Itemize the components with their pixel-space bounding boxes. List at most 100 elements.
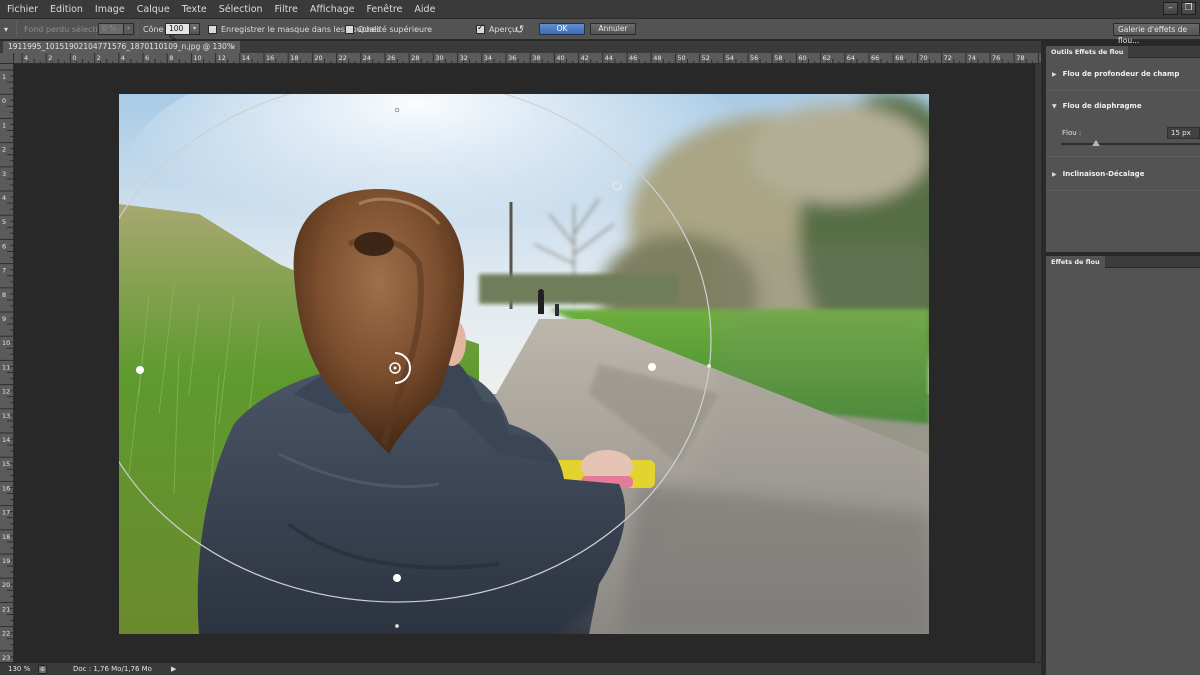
ruler-label: 2 — [48, 54, 52, 62]
apercu-checkbox[interactable] — [476, 23, 485, 34]
menu-calque[interactable]: Calque — [131, 4, 176, 15]
vertical-ruler[interactable]: 1 0 1 2 3 4 5 6 7 8 9 10 11 12 13 14 15 16 17 18 19 20 21 22 23 — [0, 64, 14, 662]
document-tab[interactable]: 1911995_10151902104771576_1870110109_n.j… — [3, 41, 240, 63]
ruler-label: 1 — [2, 73, 6, 81]
ruler-label: 4 — [2, 194, 6, 202]
document-photo[interactable] — [119, 94, 929, 634]
ruler-label: 42 — [581, 54, 589, 62]
menu-fenetre[interactable]: Fenêtre — [360, 4, 408, 15]
annuler-button[interactable]: Annuler — [590, 23, 636, 35]
ruler-label: 22 — [2, 630, 10, 638]
collapsed-triangle-icon[interactable]: ▶ — [1052, 171, 1057, 178]
menu-bar: Fichier Edition Image Calque Texte Sélec… — [0, 0, 1200, 18]
minimize-button[interactable]: – — [1163, 2, 1178, 15]
menu-texte[interactable]: Texte — [176, 4, 213, 15]
ruler-label: 32 — [460, 54, 468, 62]
ruler-label: 18 — [290, 54, 298, 62]
menu-filtre[interactable]: Filtre — [269, 4, 304, 15]
ruler-label: 64 — [847, 54, 855, 62]
section-flou-diaphragme[interactable]: ▼ Flou de diaphragme — [1052, 102, 1142, 110]
ruler-label: 38 — [532, 54, 540, 62]
ruler-label: 76 — [992, 54, 1000, 62]
ruler-label: 3 — [2, 170, 6, 178]
ruler-label: 12 — [218, 54, 226, 62]
ruler-origin[interactable] — [0, 53, 14, 64]
ok-button[interactable]: OK — [539, 23, 585, 35]
ruler-label: 13 — [2, 412, 10, 420]
ruler-label: 12 — [2, 388, 10, 396]
ruler-label: 1 — [2, 121, 6, 129]
panel-header: Effets de flou — [1046, 256, 1200, 268]
section-label: Flou de profondeur de champ — [1062, 70, 1180, 78]
restore-button[interactable]: ❐ — [1181, 2, 1196, 15]
ruler-label: 16 — [2, 484, 10, 492]
menu-aide[interactable]: Aide — [408, 4, 441, 15]
fond-perdu-field[interactable]: 0 % — [98, 23, 124, 35]
cone-dropdown-icon[interactable]: ▾ — [190, 23, 200, 35]
ruler-label: 50 — [677, 54, 685, 62]
menu-affichage[interactable]: Affichage — [304, 4, 361, 15]
window-controls: – ❐ — [1163, 2, 1196, 15]
apercu-label[interactable]: Aperçu — [489, 25, 517, 34]
ruler-label: 10 — [193, 54, 201, 62]
ruler-label: 19 — [2, 557, 10, 565]
qualite-superieure-label[interactable]: Qualité supérieure — [358, 25, 432, 34]
section-label: Inclinaison-Décalage — [1062, 170, 1145, 178]
reset-pins-icon[interactable]: ↺ — [515, 19, 524, 39]
section-flou-profondeur-champ[interactable]: ▶ Flou de profondeur de champ — [1052, 70, 1179, 78]
galerie-effets-flou-button[interactable]: Galerie d'effets de flou... — [1113, 22, 1200, 45]
expanded-triangle-icon[interactable]: ▼ — [1052, 103, 1057, 110]
cone-field[interactable]: 100 % — [165, 23, 190, 43]
panel-header: Outils Effets de flou — [1046, 46, 1200, 58]
ruler-label: 8 — [2, 291, 6, 299]
ruler-label: 60 — [798, 54, 806, 62]
ruler-label: 20 — [2, 581, 10, 589]
ruler-label: 23 — [2, 654, 10, 662]
canvas-area[interactable] — [14, 64, 1034, 662]
horizontal-ruler-ticks: 4 2 0 2 4 6 8 10 12 14 16 18 20 22 24 26 28 30 32 34 36 38 40 4… — [21, 53, 1041, 63]
ruler-label: 15 — [2, 460, 10, 468]
collapsed-triangle-icon[interactable]: ▶ — [1052, 71, 1057, 78]
flou-slider-track[interactable] — [1061, 143, 1200, 145]
ruler-label: 54 — [726, 54, 734, 62]
ruler-label: 68 — [895, 54, 903, 62]
options-divider — [16, 21, 17, 37]
flou-value-field[interactable]: 15 px — [1167, 127, 1200, 139]
ruler-label: 34 — [484, 54, 492, 62]
menu-selection[interactable]: Sélection — [213, 4, 269, 15]
fond-perdu-dropdown-icon[interactable]: ▾ — [124, 23, 134, 35]
tab-outils-effets-flou[interactable]: Outils Effets de flou — [1046, 46, 1129, 58]
flou-slider-thumb[interactable] — [1091, 140, 1100, 146]
menu-image[interactable]: Image — [89, 4, 131, 15]
section-inclinaison-decalage[interactable]: ▶ Inclinaison-Décalage — [1052, 170, 1144, 178]
menu-fichier[interactable]: Fichier — [0, 4, 44, 15]
status-bar: 130 % ⊕ Doc : 1,76 Mo/1,76 Mo ▶ — [0, 662, 1041, 675]
outils-effets-flou-panel: Outils Effets de flou ▶ Flou de profonde… — [1046, 46, 1200, 252]
ruler-label: 17 — [2, 509, 10, 517]
vertical-scrollbar[interactable] — [1034, 64, 1041, 662]
menu-edition[interactable]: Edition — [44, 4, 89, 15]
qualite-superieure-checkbox[interactable] — [345, 24, 354, 34]
ruler-label: 56 — [750, 54, 758, 62]
photo-image — [119, 94, 929, 634]
document-tab-bar: 1911995_10151902104771576_1870110109_n.j… — [0, 41, 1041, 63]
ruler-label: 6 — [145, 54, 149, 62]
ruler-label: 30 — [435, 54, 443, 62]
ruler-label: 2 — [97, 54, 101, 62]
section-divider — [1046, 90, 1200, 91]
ruler-label: 9 — [2, 315, 6, 323]
ruler-label: 0 — [72, 54, 76, 62]
ruler-label: 10 — [2, 339, 10, 347]
close-tab-icon[interactable]: × — [230, 41, 236, 53]
ruler-label: 58 — [774, 54, 782, 62]
status-info-icon[interactable]: ⊕ — [38, 664, 47, 674]
tool-preset-picker[interactable]: ▾ — [4, 19, 16, 39]
ruler-label: 48 — [653, 54, 661, 62]
enregistrer-masque-checkbox[interactable] — [208, 24, 217, 34]
zoom-field[interactable]: 130 % — [8, 665, 34, 673]
ruler-label: 26 — [387, 54, 395, 62]
status-menu-arrow-icon[interactable]: ▶ — [171, 665, 176, 673]
ruler-label: 0 — [2, 97, 6, 105]
horizontal-ruler[interactable]: 4 2 0 2 4 6 8 10 12 14 16 18 20 22 24 26 28 30 32 34 36 38 40 4… — [14, 53, 1041, 64]
tab-effets-flou[interactable]: Effets de flou — [1046, 256, 1105, 268]
